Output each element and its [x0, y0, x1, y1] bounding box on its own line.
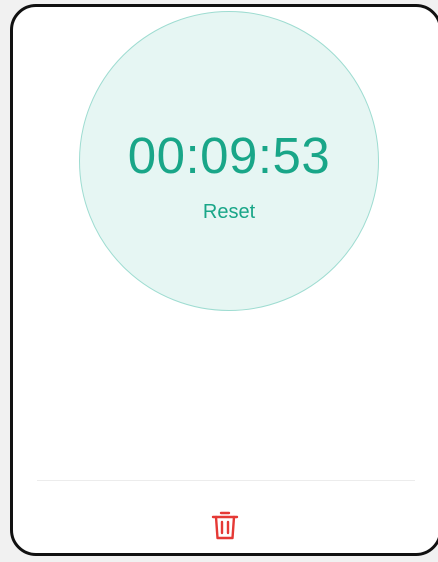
stopwatch-panel: 00:09:53 Reset [13, 7, 438, 473]
timer-dial: 00:09:53 Reset [79, 11, 379, 311]
device-frame: 00:09:53 Reset [10, 4, 438, 556]
footer-divider [37, 480, 415, 481]
delete-button[interactable] [207, 507, 243, 543]
elapsed-time: 00:09:53 [127, 127, 331, 184]
trash-icon [211, 511, 239, 540]
reset-button[interactable]: Reset [195, 198, 263, 226]
